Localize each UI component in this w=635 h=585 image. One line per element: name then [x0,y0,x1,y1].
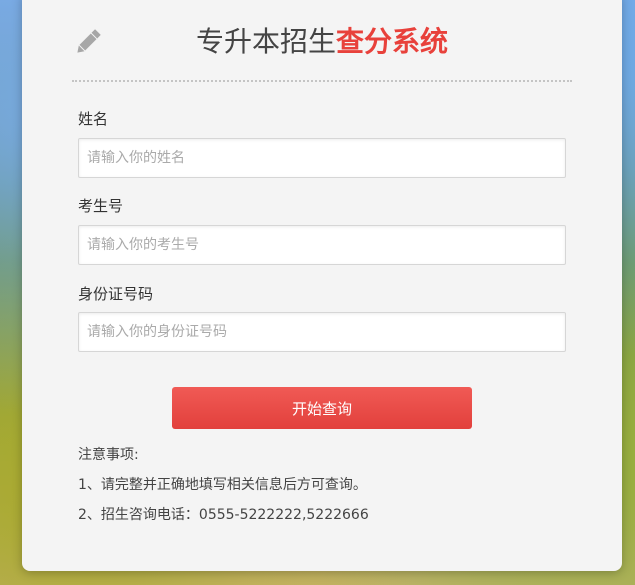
id-no-label: 身份证号码 [78,285,154,303]
id-no-input[interactable] [78,312,566,352]
notes-item: 1、请完整并正确地填写相关信息后方可查询。 [78,477,367,493]
exam-no-input[interactable] [78,225,566,265]
header-divider [72,80,572,82]
title-highlight: 查分系统 [336,25,449,58]
name-input[interactable] [78,138,566,178]
title-plain: 专升本招生 [195,25,336,58]
notes-heading: 注意事项: [78,447,139,463]
name-label: 姓名 [78,110,109,128]
notes-item: 2、招生咨询电话：0555-5222222,5222666 [78,507,369,523]
notes-section: 注意事项: 1、请完整并正确地填写相关信息后方可查询。 2、招生咨询电话：055… [78,440,369,530]
query-button[interactable]: 开始查询 [172,387,472,429]
card-header: 专升本招生查分系统 [72,14,572,80]
query-card: 专升本招生查分系统 姓名 考生号 身份证号码 开始查询 注意事项: 1、请完整并… [22,0,622,571]
exam-no-label: 考生号 [78,197,124,215]
page-title: 专升本招生查分系统 [72,20,572,64]
